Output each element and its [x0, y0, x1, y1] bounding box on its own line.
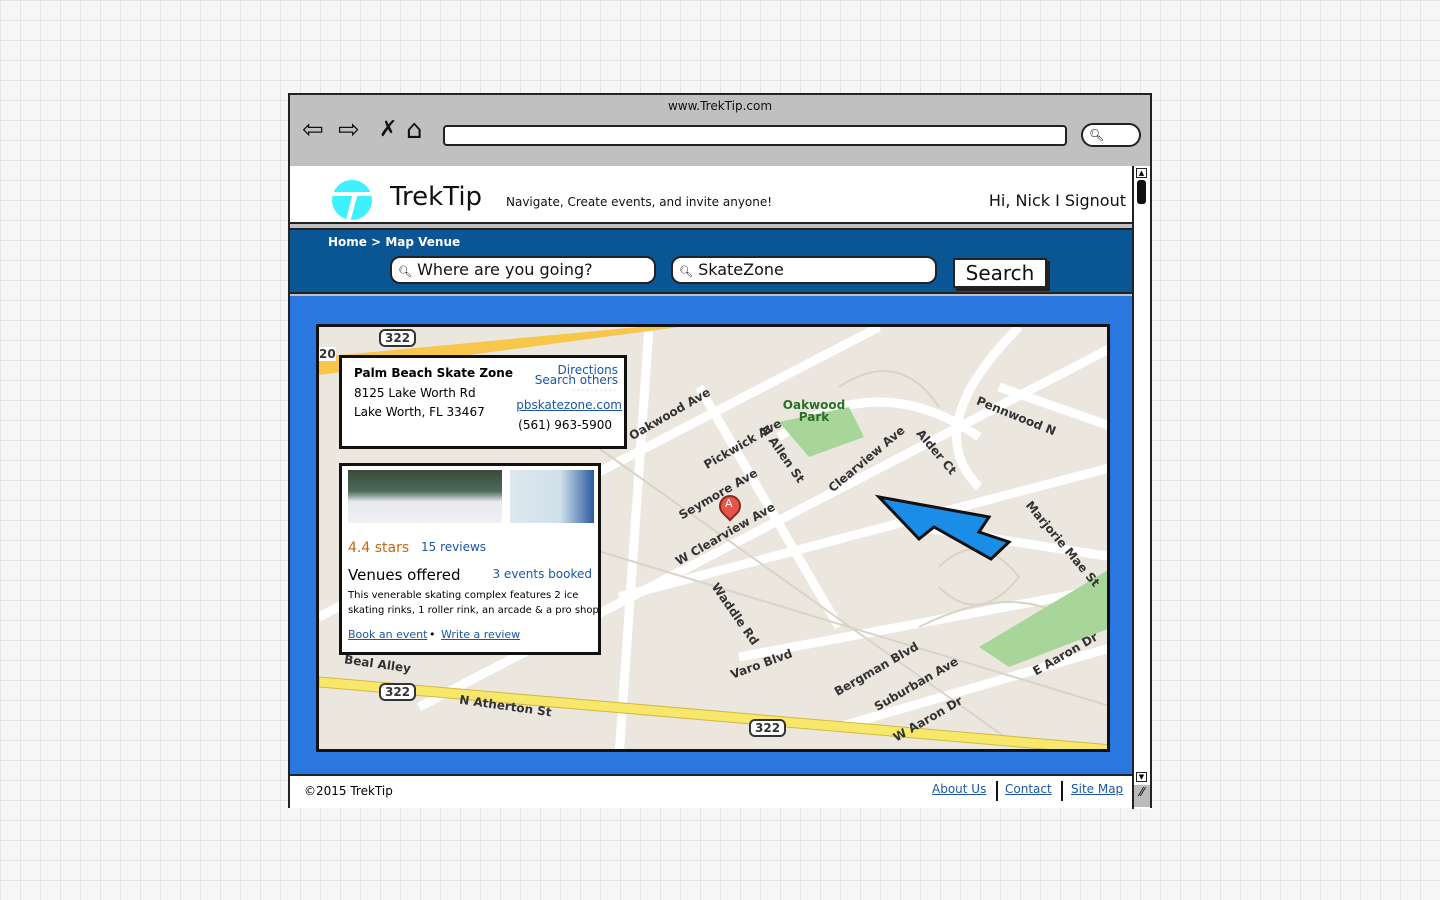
venues-offered: Venues offered [348, 566, 461, 584]
description: skating rinks, 1 roller rink, an arcade … [348, 605, 603, 616]
tagline: Navigate, Create events, and invite anyo… [506, 195, 773, 209]
browser-search[interactable]: 🔍︎ [1081, 123, 1141, 147]
divider [1061, 781, 1063, 801]
divider: ·········· [572, 386, 618, 395]
book-event-link[interactable]: Book an event [348, 628, 427, 641]
venue-address2: Lake Worth, FL 33467 [354, 405, 485, 419]
logo-icon [332, 180, 372, 220]
contact-link[interactable]: Contact [1005, 782, 1052, 796]
venue-value: SkateZone [698, 260, 784, 279]
rink-photo-2[interactable] [510, 470, 594, 523]
website-link[interactable]: pbskatezone.com [516, 398, 622, 412]
search-others-link[interactable]: Search others [535, 373, 618, 387]
site-header: TrekTip Navigate, Create events, and inv… [290, 166, 1132, 224]
home-icon[interactable]: ⌂ [406, 115, 423, 145]
back-icon[interactable]: ⇦ [302, 115, 324, 145]
venue-address1: 8125 Lake Worth Rd [354, 386, 476, 400]
nav-bar: Home > Map Venue 🔍︎ Where are you going?… [290, 228, 1132, 294]
rating: 4.4 stars [348, 540, 410, 556]
venue-info-card: Palm Beach Skate Zone 8125 Lake Worth Rd… [339, 355, 627, 449]
map[interactable]: 322 322 322 Oakwood Ave Oakwood Park Pen… [316, 324, 1110, 752]
marker-letter: A [725, 497, 733, 510]
destination-placeholder: Where are you going? [417, 260, 593, 279]
scroll-down-icon[interactable]: ▼ [1136, 772, 1147, 782]
browser-title: www.TrekTip.com [667, 99, 773, 113]
map-label: Oakwood Park [782, 398, 846, 424]
search-icon: 🔍︎ [1089, 128, 1105, 142]
venue-phone: (561) 963-5900 [518, 418, 612, 432]
destination-input[interactable]: 🔍︎ Where are you going? [390, 256, 656, 284]
events-booked-link[interactable]: 3 events booked [492, 567, 592, 581]
description: This venerable skating complex features … [348, 590, 579, 601]
user-signout[interactable]: Hi, Nick I Signout [989, 191, 1126, 210]
venue-input[interactable]: 🔍︎ SkateZone [671, 256, 937, 284]
separator-dot: • [429, 628, 436, 641]
reviews-link[interactable]: 15 reviews [421, 540, 486, 554]
divider [996, 781, 998, 801]
scroll-thumb[interactable] [1137, 180, 1146, 204]
map-label: 322 [379, 683, 417, 701]
about-us-link[interactable]: About Us [932, 782, 986, 796]
stop-icon[interactable]: ✗ [379, 115, 397, 145]
site-map-link[interactable]: Site Map [1071, 782, 1123, 796]
map-label: 20 [319, 347, 336, 361]
address-bar[interactable] [443, 125, 1067, 146]
venue-detail-card: 4.4 stars 15 reviews Venues offered 3 ev… [339, 463, 603, 655]
write-review-link[interactable]: Write a review [441, 628, 520, 641]
breadcrumb[interactable]: Home > Map Venue [328, 235, 460, 249]
map-label: 322 [749, 719, 787, 737]
scrollbar[interactable]: ▲ ▼ ⁄⁄ [1132, 166, 1150, 809]
search-button[interactable]: Search [953, 258, 1047, 288]
venue-name: Palm Beach Skate Zone [354, 366, 513, 380]
map-label: 322 [379, 329, 417, 347]
search-icon: 🔍︎ [679, 265, 693, 278]
footer: ©2015 TrekTip About Us Contact Site Map [290, 774, 1132, 808]
scroll-up-icon[interactable]: ▲ [1136, 168, 1147, 178]
browser-window: www.TrekTip.com ⇦ ⇨ ✗ ⌂ 🔍︎ TrekTip Navig… [288, 93, 1152, 809]
rink-photo-1[interactable] [348, 470, 502, 523]
forward-icon[interactable]: ⇨ [338, 115, 360, 145]
copyright: ©2015 TrekTip [304, 784, 393, 798]
search-icon: 🔍︎ [398, 265, 412, 278]
resize-grip-icon[interactable]: ⁄⁄ [1134, 785, 1150, 807]
brand-name: TrekTip [390, 182, 483, 212]
content-area: 322 322 322 Oakwood Ave Oakwood Park Pen… [290, 296, 1132, 774]
